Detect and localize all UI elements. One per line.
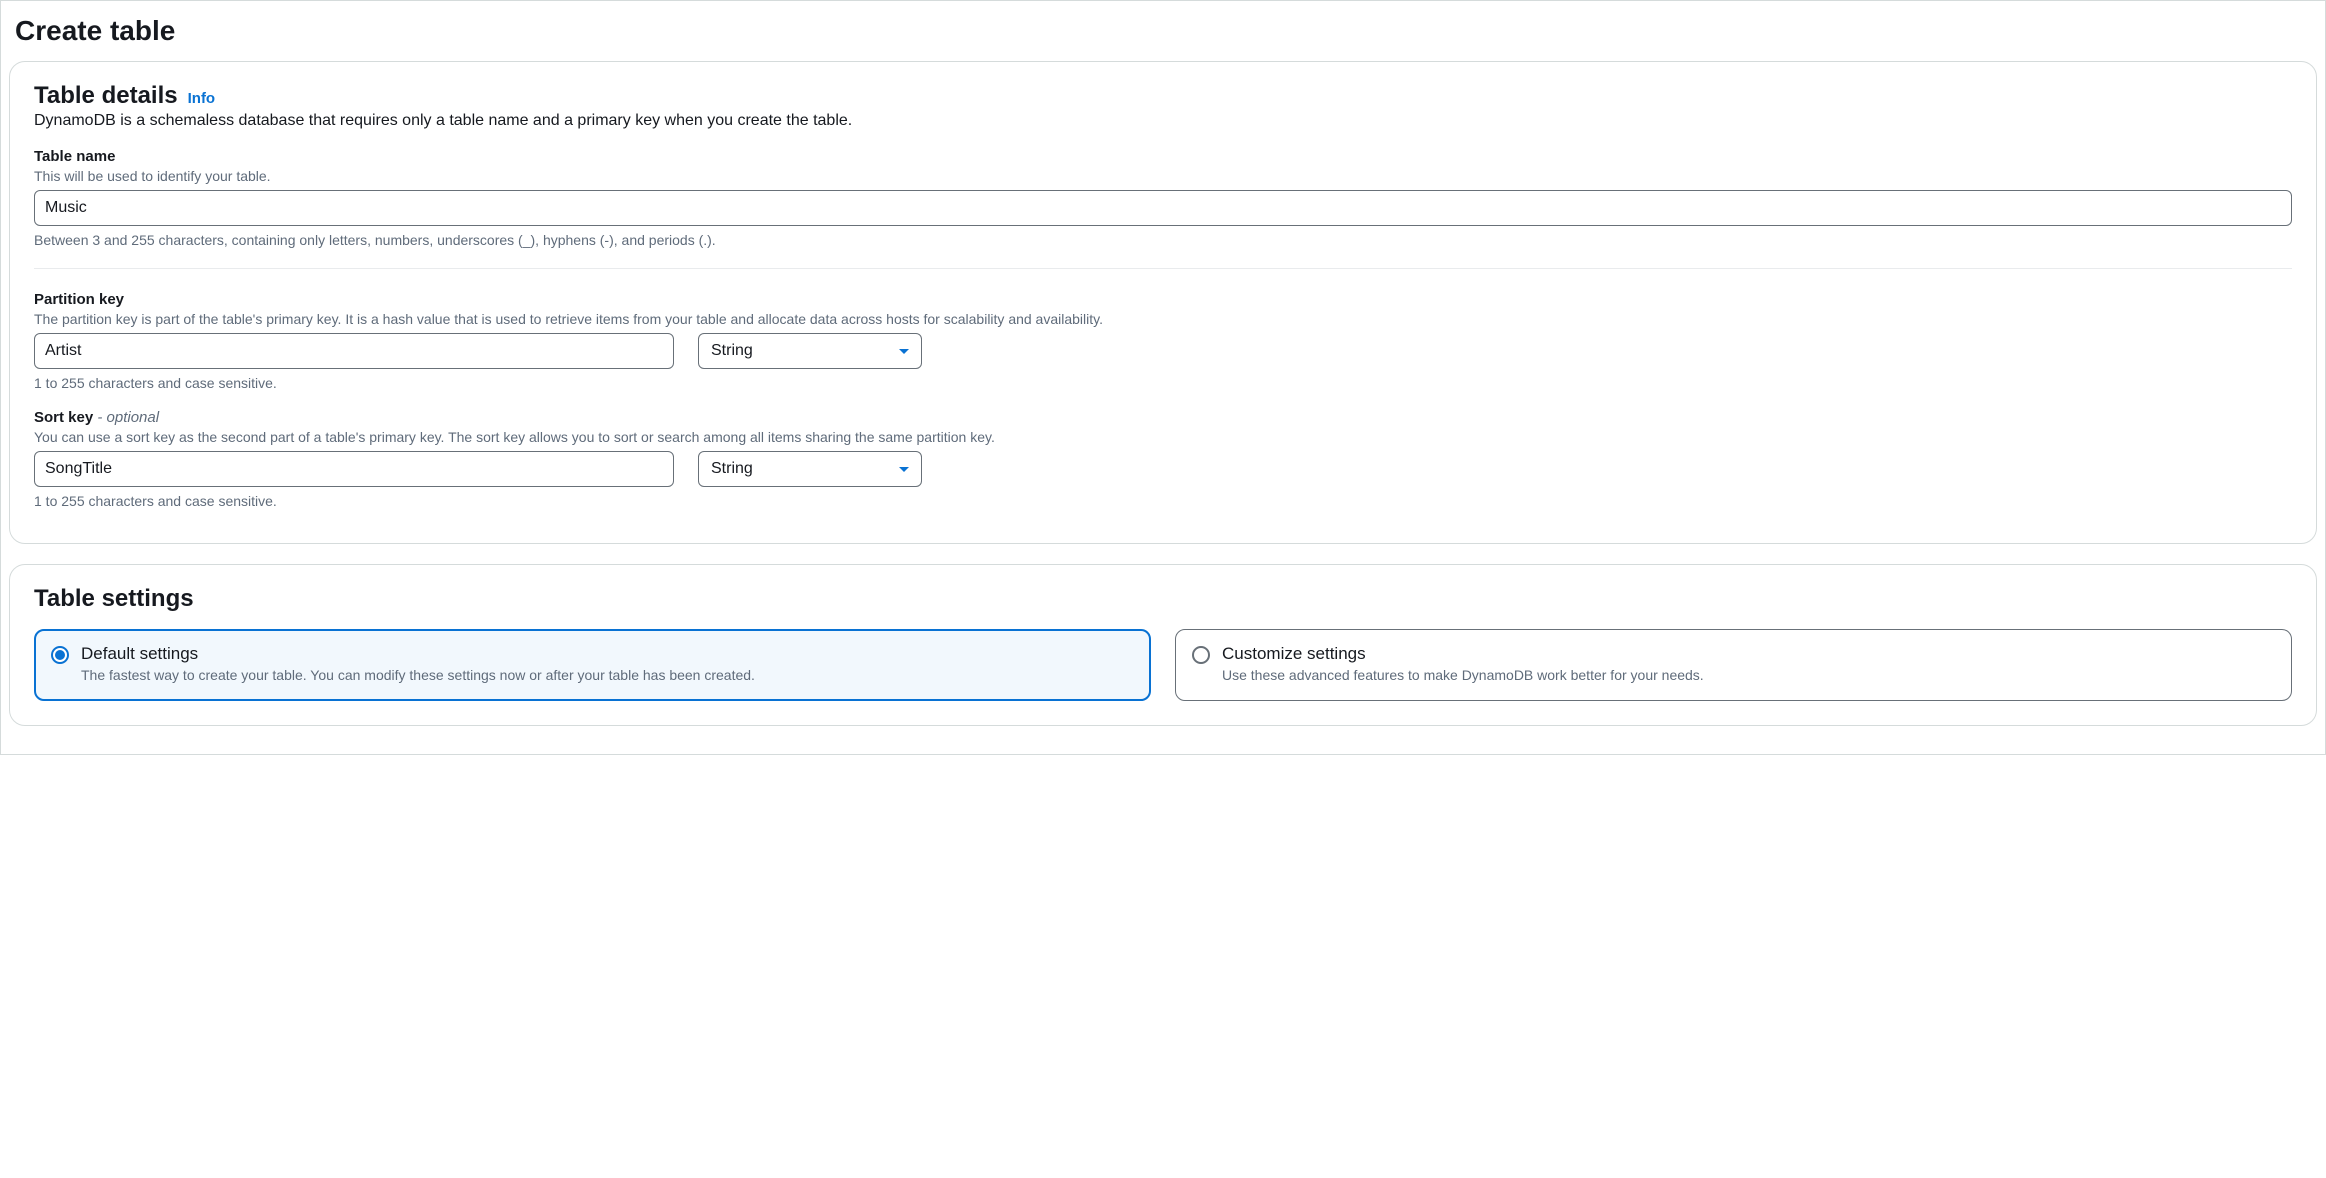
sort-key-label: Sort key (34, 409, 93, 426)
radio-icon (51, 646, 69, 664)
table-name-field: Table name This will be used to identify… (34, 148, 2292, 248)
customize-settings-option[interactable]: Customize settings Use these advanced fe… (1175, 629, 2292, 701)
sort-key-help: 1 to 255 characters and case sensitive. (34, 493, 2292, 509)
divider (34, 268, 2292, 269)
partition-key-type-select[interactable]: String (698, 333, 922, 369)
radio-icon (1192, 646, 1210, 664)
sort-key-optional: - optional (93, 409, 159, 426)
table-name-label: Table name (34, 148, 115, 165)
partition-key-input[interactable] (34, 333, 674, 369)
partition-key-help: 1 to 255 characters and case sensitive. (34, 375, 2292, 391)
page-title: Create table (9, 9, 2317, 61)
partition-key-hint: The partition key is part of the table's… (34, 311, 2292, 327)
partition-key-field: Partition key The partition key is part … (34, 291, 2292, 391)
table-details-panel: Table details Info DynamoDB is a schemal… (9, 61, 2317, 544)
info-link[interactable]: Info (188, 90, 216, 107)
customize-settings-desc: Use these advanced features to make Dyna… (1222, 666, 2275, 686)
default-settings-desc: The fastest way to create your table. Yo… (81, 666, 1134, 686)
sort-key-hint: You can use a sort key as the second par… (34, 429, 2292, 445)
table-settings-heading: Table settings (34, 585, 2292, 613)
table-details-heading: Table details (34, 82, 178, 110)
sort-key-type-select[interactable]: String (698, 451, 922, 487)
table-settings-panel: Table settings Default settings The fast… (9, 564, 2317, 726)
sort-key-input[interactable] (34, 451, 674, 487)
page-container: Create table Table details Info DynamoDB… (0, 0, 2326, 755)
partition-key-label: Partition key (34, 291, 124, 308)
table-details-description: DynamoDB is a schemaless database that r… (34, 112, 2292, 130)
table-name-help: Between 3 and 255 characters, containing… (34, 232, 2292, 248)
table-name-input[interactable] (34, 190, 2292, 226)
sort-key-field: Sort key - optional You can use a sort k… (34, 409, 2292, 509)
default-settings-title: Default settings (81, 644, 1134, 664)
default-settings-option[interactable]: Default settings The fastest way to crea… (34, 629, 1151, 701)
customize-settings-title: Customize settings (1222, 644, 2275, 664)
table-name-hint: This will be used to identify your table… (34, 168, 2292, 184)
